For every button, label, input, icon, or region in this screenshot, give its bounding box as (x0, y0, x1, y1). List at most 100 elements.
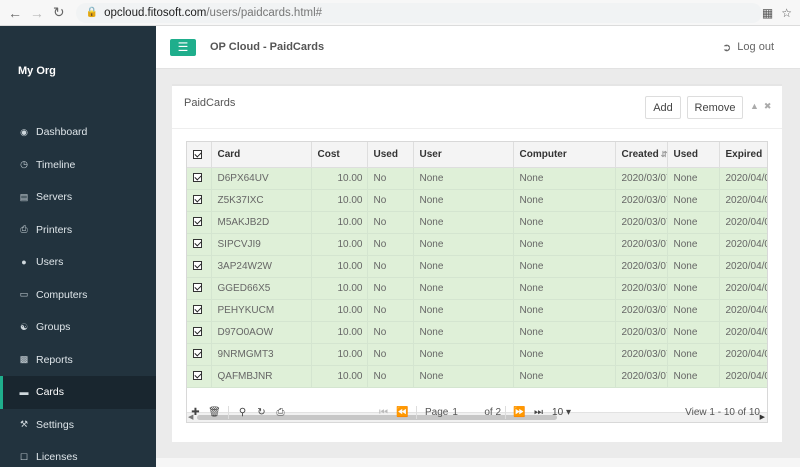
page-size-value: 10 (552, 407, 564, 418)
sidebar-item-reports[interactable]: ▩ Reports (0, 344, 156, 377)
row-checkbox[interactable] (193, 239, 202, 249)
table-cell: 10.00 (311, 189, 368, 212)
sidebar-item-timeline[interactable]: ◷ Timeline (0, 149, 156, 182)
sidebar-item-users[interactable]: ● Users (0, 246, 156, 279)
reload-icon[interactable]: ↻ (48, 2, 70, 24)
row-checkbox[interactable] (193, 371, 202, 381)
sidebar-item-licenses[interactable]: ☐ Licenses (0, 441, 156, 467)
column-header-created[interactable]: Created ⇵ (615, 142, 668, 168)
page-number-input[interactable] (452, 405, 481, 420)
row-checkbox[interactable] (193, 305, 202, 315)
page-size-select[interactable]: 10 ▾ (552, 407, 571, 418)
row-checkbox-cell[interactable] (187, 365, 212, 388)
remove-button[interactable]: Remove (687, 96, 743, 119)
last-page-icon[interactable]: ⏭ (529, 407, 548, 418)
table-cell: None (667, 277, 720, 300)
row-checkbox-cell[interactable] (187, 343, 212, 366)
table-cell: No (367, 365, 414, 388)
sidebar-item-servers[interactable]: ▤ Servers (0, 181, 156, 214)
table-row[interactable]: M5AKJB2D 10.00 No None None 2020/03/07 None 202… (187, 211, 767, 234)
table-cell: None (413, 167, 514, 190)
star-icon[interactable]: ☆ (781, 6, 792, 20)
column-header[interactable]: Used (367, 142, 414, 168)
table-row[interactable]: PEHYKUCM 10.00 No None None 2020/03/07 None 202… (187, 299, 767, 322)
row-checkbox-cell[interactable] (187, 321, 212, 344)
menu-toggle-button[interactable]: ☰ (170, 38, 196, 56)
table-row[interactable]: GGED66X5 10.00 No None None 2020/03/07 None 202… (187, 277, 767, 300)
table-row[interactable]: D6PX64UV 10.00 No None None 2020/03/07 None 202… (187, 167, 767, 190)
row-checkbox[interactable] (193, 173, 202, 183)
row-checkbox[interactable] (193, 283, 202, 293)
sidebar-item-groups[interactable]: ☯ Groups (0, 311, 156, 344)
table-row[interactable]: 9NRMGMT3 10.00 No None None 2020/03/07 None 202… (187, 343, 767, 366)
column-header[interactable]: User (413, 142, 514, 168)
add-row-icon[interactable]: ✚ (186, 407, 205, 418)
row-checkbox[interactable] (193, 327, 202, 337)
table-cell: GGED66X5 (211, 277, 312, 300)
close-icon[interactable]: ✖ (764, 101, 772, 112)
sidebar-item-dashboard[interactable]: ◉ Dashboard (0, 116, 156, 149)
sort-icon[interactable]: ⇵ (661, 150, 666, 159)
search-icon[interactable]: ⚲ (233, 407, 252, 418)
prev-page-icon[interactable]: ⏪ (393, 407, 412, 418)
table-cell: 2020/03/07 (615, 167, 668, 190)
row-checkbox[interactable] (193, 195, 202, 205)
table-cell: None (667, 321, 720, 344)
checkbox[interactable] (193, 149, 202, 159)
row-checkbox-cell[interactable] (187, 255, 212, 278)
hamburger-icon: ☰ (177, 40, 189, 54)
sidebar-item-computers[interactable]: ▭ Computers (0, 279, 156, 312)
forward-arrow-icon[interactable]: → (26, 2, 48, 24)
column-header[interactable]: Card (211, 142, 312, 168)
column-header[interactable]: Cost (311, 142, 368, 168)
select-all-checkbox[interactable] (187, 142, 212, 168)
column-header[interactable]: Computer (513, 142, 616, 168)
row-checkbox-cell[interactable] (187, 211, 212, 234)
translate-icon[interactable]: ▦ (762, 6, 773, 20)
table-row[interactable]: 3AP24W2W 10.00 No None None 2020/03/07 None 202… (187, 255, 767, 278)
table-row[interactable]: QAFMBJNR 10.00 No None None 2020/03/07 None 202… (187, 365, 767, 388)
row-checkbox[interactable] (193, 349, 202, 359)
org-name: My Org (18, 65, 56, 77)
divider (228, 406, 229, 419)
row-checkbox[interactable] (193, 217, 202, 227)
row-checkbox[interactable] (193, 261, 202, 271)
print-icon[interactable]: ⎙ (271, 407, 290, 418)
table-cell: 2020/03/07 (615, 277, 668, 300)
server-icon: ▤ (19, 191, 29, 202)
sidebar-item-settings[interactable]: ⚒ Settings (0, 409, 156, 442)
column-header[interactable]: Used (667, 142, 720, 168)
address-bar[interactable]: 🔒 opcloud.fitosoft.com/users/paidcards.h… (75, 2, 762, 23)
row-checkbox-cell[interactable] (187, 299, 212, 322)
table-row[interactable]: D97O0AOW 10.00 No None None 2020/03/07 None 202… (187, 321, 767, 344)
table-cell: None (667, 167, 720, 190)
table-row[interactable]: Z5K37IXC 10.00 No None None 2020/03/07 None 202… (187, 189, 767, 212)
next-page-icon[interactable]: ⏩ (510, 407, 529, 418)
table-row[interactable]: SIPCVJI9 10.00 No None None 2020/03/07 None 202… (187, 233, 767, 256)
row-checkbox-cell[interactable] (187, 233, 212, 256)
sidebar-item-label: Licenses (36, 451, 78, 464)
pager: ✚ 🗑 ⚲ ↻ ⎙ ⏮ ⏪ Page of 2 ⏩ ⏭ 10 ▾ View 1 … (186, 402, 768, 423)
add-button[interactable]: Add (645, 96, 681, 119)
column-header[interactable]: Expired (719, 142, 767, 168)
table-cell: M5AKJB2D (211, 211, 312, 234)
collapse-icon[interactable]: ▲ (750, 101, 759, 112)
row-checkbox-cell[interactable] (187, 189, 212, 212)
trash-icon[interactable]: 🗑 (205, 407, 224, 418)
table-cell: No (367, 189, 414, 212)
refresh-icon[interactable]: ↻ (252, 407, 271, 418)
table-cell: No (367, 167, 414, 190)
sidebar-item-cards[interactable]: ▬ Cards (0, 376, 156, 409)
table-cell: 2020/04/06 (719, 299, 767, 322)
table-cell: 2020/04/06 (719, 365, 767, 388)
sidebar-item-printers[interactable]: ⎙ Printers (0, 214, 156, 247)
row-checkbox-cell[interactable] (187, 167, 212, 190)
back-arrow-icon[interactable]: ← (4, 2, 26, 24)
table-cell: No (367, 321, 414, 344)
sidebar-item-label: Computers (36, 288, 88, 301)
row-checkbox-cell[interactable] (187, 277, 212, 300)
first-page-icon[interactable]: ⏮ (374, 407, 393, 418)
table-cell: D97O0AOW (211, 321, 312, 344)
divider (416, 406, 417, 419)
logout-link[interactable]: ➲ Log out (722, 41, 774, 54)
